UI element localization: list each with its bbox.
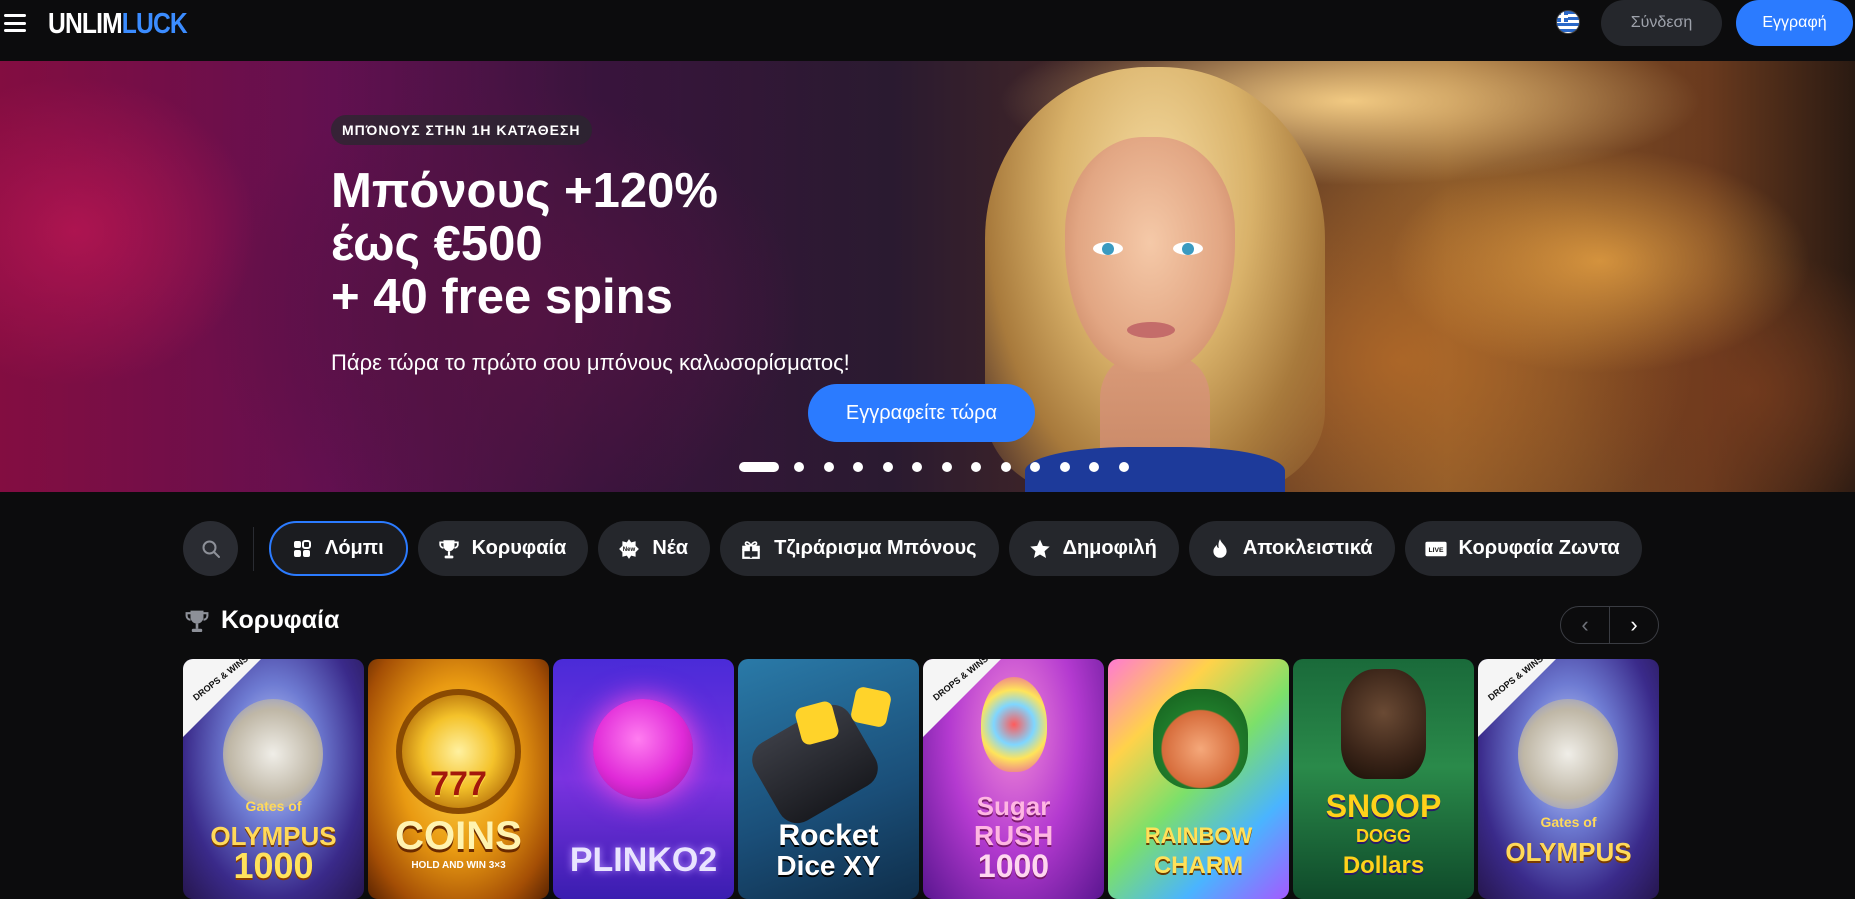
category-top-live[interactable]: LIVE Κορυφαία Ζωντα (1404, 521, 1642, 576)
category-popular[interactable]: Δημοφιλή (1008, 521, 1179, 576)
menu-icon[interactable] (4, 12, 28, 34)
register-button[interactable]: Εγγραφή (1736, 0, 1853, 46)
slider-dot[interactable] (739, 462, 779, 472)
svg-text:LIVE: LIVE (1428, 546, 1444, 553)
slider-dot[interactable] (1089, 462, 1099, 472)
hero-title-line: Μπόνους +120% (331, 164, 718, 218)
hero-title: Μπόνους +120% έως €500 + 40 free spins (331, 165, 718, 324)
category-exclusive[interactable]: Αποκλειστικά (1188, 521, 1395, 576)
logo-part-unlim: UNLIM (48, 8, 123, 40)
category-lobby[interactable]: Λόμπι (269, 521, 408, 576)
game-title-line: 1000 (977, 848, 1050, 884)
game-tile[interactable]: DROPS & WINS Gates of OLYMPUS 1000 (183, 659, 364, 899)
game-title-line: DOGG (1355, 826, 1411, 846)
slider-dot[interactable] (941, 462, 952, 472)
new-badge-icon: New (618, 538, 640, 560)
category-label: Νέα (652, 537, 689, 559)
chevron-right-icon[interactable]: › (1609, 607, 1658, 643)
game-title-line: OLYMPUS (1505, 837, 1632, 867)
category-label: Αποκλειστικά (1242, 537, 1373, 559)
game-title-line: Gates of (1540, 814, 1597, 830)
game-title: Gates of OLYMPUS (1478, 807, 1659, 881)
game-title-line: 777 (430, 765, 487, 803)
category-top[interactable]: Κορυφαία (417, 521, 589, 576)
hero-title-line: έως €500 (331, 217, 543, 271)
slider-dot[interactable] (853, 462, 863, 472)
game-title: SNOOP DOGG Dollars (1293, 788, 1474, 881)
hero-model-image (985, 67, 1325, 492)
slider-dot[interactable] (882, 462, 893, 472)
star-icon (1029, 538, 1051, 560)
game-title: Rocket Dice XY (738, 821, 919, 881)
chevron-left-icon[interactable]: ‹ (1561, 607, 1609, 643)
game-tile[interactable]: DROPS & WINS Sugar RUSH 1000 (923, 659, 1104, 899)
game-title-line: CHARM (1153, 852, 1244, 879)
slider-dot[interactable] (1000, 462, 1011, 472)
category-wagering[interactable]: Τζιράρισμα Μπόνους (720, 521, 999, 576)
slider-dot[interactable] (971, 462, 981, 472)
game-title-line: Rocket (778, 819, 879, 852)
game-title-line: RAINBOW (1144, 823, 1253, 848)
game-title: PLINKO2 (553, 841, 734, 881)
game-title: Sugar RUSH 1000 (923, 791, 1104, 884)
game-title-line: 1000 (233, 845, 314, 886)
grid-icon (291, 538, 313, 560)
game-title-line: Dice XY (776, 850, 881, 881)
category-label: Κορυφαία (471, 537, 567, 559)
trophy-icon (438, 538, 460, 560)
category-label: Δημοφιλή (1062, 537, 1157, 559)
section-title: Κορυφαία (183, 606, 339, 635)
slider-dot[interactable] (1118, 462, 1129, 472)
live-icon: LIVE (1424, 538, 1447, 560)
game-tile[interactable]: RAINBOW CHARM (1108, 659, 1289, 899)
game-title: RAINBOW CHARM (1108, 821, 1289, 881)
login-button[interactable]: Σύνδεση (1601, 0, 1722, 46)
hero-register-button[interactable]: Εγγραφείτε τώρα (808, 384, 1035, 442)
slider-dot[interactable] (1059, 462, 1070, 472)
category-label: Κορυφαία Ζωντα (1458, 537, 1620, 559)
game-title-line: PLINKO2 (569, 841, 718, 879)
game-title-line: Dollars (1342, 852, 1425, 879)
game-title-line: RUSH (973, 820, 1054, 851)
search-button[interactable] (183, 521, 238, 576)
logo-part-luck: LUCK (121, 8, 188, 40)
gift-icon (740, 538, 762, 560)
trophy-icon (183, 607, 211, 635)
game-title: Gates of OLYMPUS 1000 (183, 791, 364, 886)
slider-dot[interactable] (823, 462, 834, 472)
game-tile[interactable]: 777 COINS HOLD AND WIN 3×3 (368, 659, 549, 899)
hero-title-line: + 40 free spins (331, 270, 673, 324)
carousel-nav: ‹ › (1560, 606, 1659, 644)
top-header: UNLIMLUCK Σύνδεση Εγγραφή (0, 0, 1855, 61)
game-title-line: COINS (395, 814, 522, 858)
category-label: Λόμπι (325, 537, 384, 559)
section-title-text: Κορυφαία (221, 606, 340, 634)
game-title-line: Gates of (245, 798, 302, 814)
category-new[interactable]: New Νέα (598, 521, 711, 576)
game-title: 777 COINS HOLD AND WIN 3×3 (368, 765, 549, 881)
game-tile[interactable]: PLINKO2 (553, 659, 734, 899)
fire-icon (1209, 538, 1231, 560)
games-row: DROPS & WINS Gates of OLYMPUS 1000 777 C… (183, 659, 1659, 899)
slider-dot[interactable] (912, 462, 922, 472)
logo[interactable]: UNLIMLUCK (48, 8, 188, 41)
search-icon (202, 540, 220, 558)
divider (253, 526, 254, 571)
game-tile[interactable]: Rocket Dice XY (738, 659, 919, 899)
slider-dots (739, 462, 1148, 472)
game-title-line: Sugar (976, 791, 1051, 821)
promo-badge: ΜΠΌΝΟΥΣ ΣΤΗΝ 1Η ΚΑΤΆΘΕΣΗ (331, 115, 592, 145)
svg-text:New: New (623, 547, 636, 553)
language-flag-icon[interactable] (1556, 10, 1580, 34)
category-bar: Λόμπι Κορυφαία New Νέα Τζιράρισμα Μπόνου… (183, 521, 1659, 576)
hero-subtitle: Πάρε τώρα το πρώτο σου μπόνους καλωσορίσ… (331, 350, 850, 375)
category-label: Τζιράρισμα Μπόνους (774, 537, 977, 559)
game-tile[interactable]: SNOOP DOGG Dollars (1293, 659, 1474, 899)
game-tile[interactable]: DROPS & WINS Gates of OLYMPUS (1478, 659, 1659, 899)
game-title-line: SNOOP (1325, 788, 1442, 824)
slider-dot[interactable] (1030, 462, 1040, 472)
slider-dot[interactable] (794, 462, 804, 472)
